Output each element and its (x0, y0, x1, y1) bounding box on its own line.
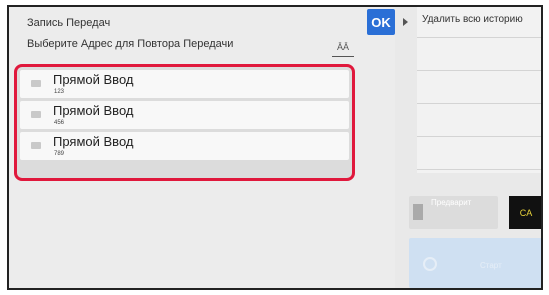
start-icon (423, 257, 437, 271)
address-number: 456 (54, 120, 65, 126)
device-screen: Запись Передач Выберите Адрес для Повтор… (7, 5, 543, 290)
start-label: Старт (480, 261, 502, 270)
address-name: Прямой Ввод (53, 72, 134, 87)
side-panel: Удалить всю историю Предварит CA Старт (395, 7, 541, 288)
delete-all-history-button[interactable]: Удалить всю историю (422, 14, 523, 25)
ca-button[interactable]: CA (509, 196, 541, 229)
address-name: Прямой Ввод (53, 134, 134, 149)
list-item[interactable]: Прямой Ввод 123 (20, 70, 349, 98)
preview-button[interactable]: Предварит (409, 196, 498, 229)
document-icon (413, 204, 423, 220)
address-number: 123 (54, 89, 65, 95)
preview-label: Предварит (431, 198, 472, 207)
envelope-icon (31, 111, 41, 118)
divider (417, 103, 541, 104)
sort-icon[interactable]: ĀĀ (332, 42, 354, 57)
address-number: 789 (54, 151, 65, 157)
list-item[interactable]: Прямой Ввод 456 (20, 101, 349, 129)
divider (417, 169, 541, 170)
divider (417, 70, 541, 71)
start-button[interactable]: Старт (409, 238, 541, 288)
side-menu (417, 7, 541, 173)
page-subtitle: Выберите Адрес для Повтора Передачи (27, 38, 234, 50)
envelope-icon (31, 80, 41, 87)
divider (417, 37, 541, 38)
address-name: Прямой Ввод (53, 103, 134, 118)
address-list: Прямой Ввод 123 Прямой Ввод 456 Прямой В… (14, 64, 355, 181)
list-item[interactable]: Прямой Ввод 789 (20, 132, 349, 160)
page-title: Запись Передач (27, 17, 111, 29)
ok-button[interactable]: OK (367, 9, 395, 35)
main-panel: Запись Передач Выберите Адрес для Повтор… (9, 7, 395, 288)
envelope-icon (31, 142, 41, 149)
divider (417, 136, 541, 137)
arrow-right-icon (403, 18, 408, 26)
